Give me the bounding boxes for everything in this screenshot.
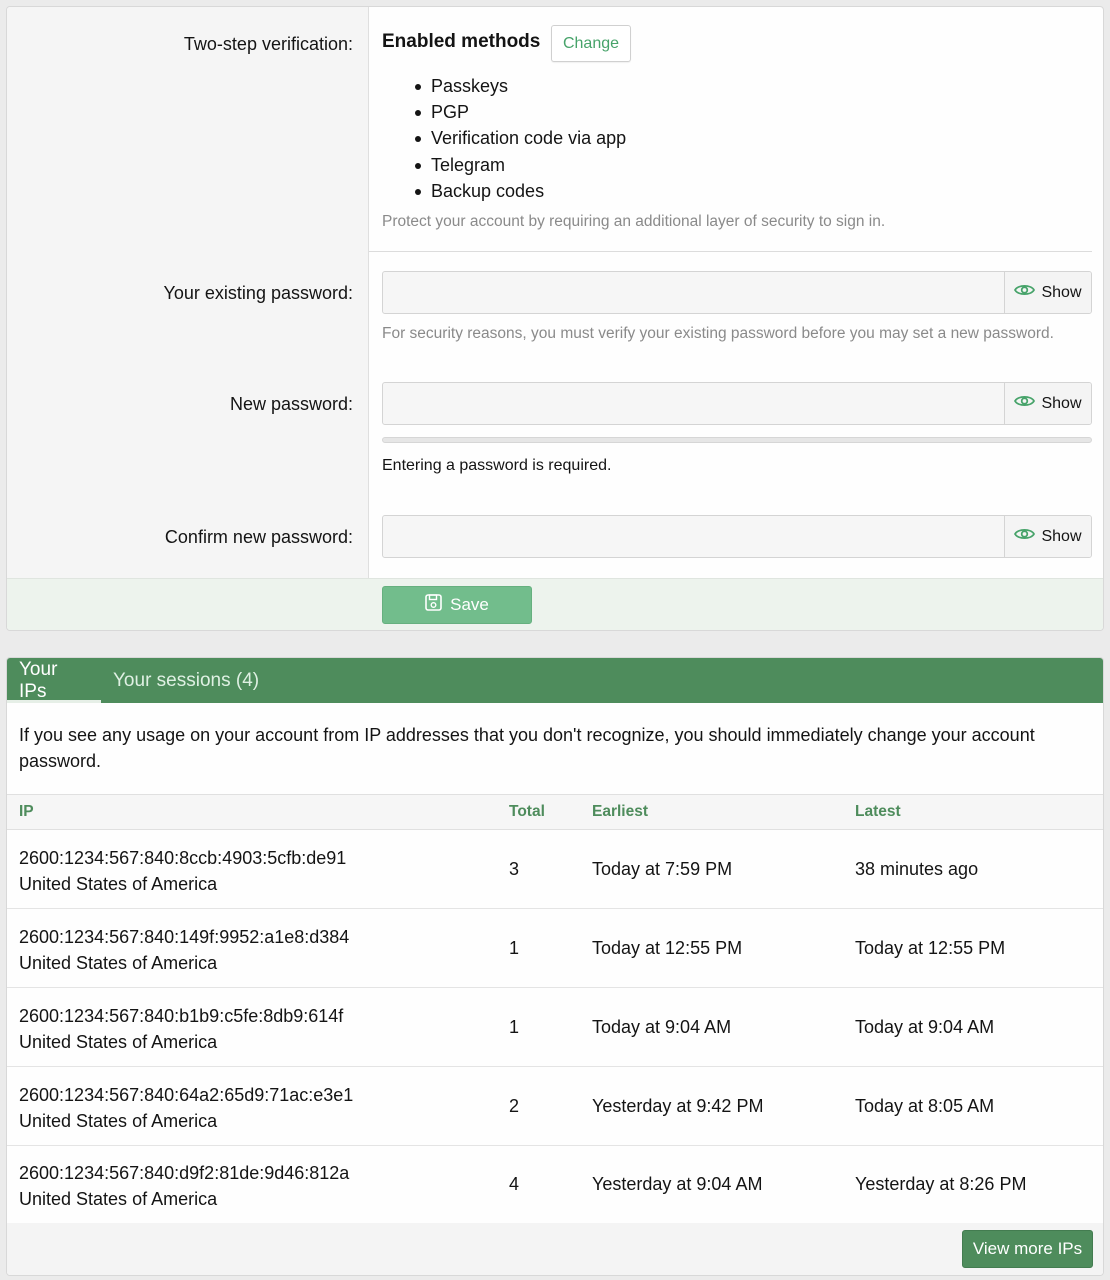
list-item: Backup codes [412, 178, 626, 204]
enabled-methods-title: Enabled methods [382, 31, 541, 52]
password-security-form: Two-step verification: Enabled methods C… [6, 6, 1104, 631]
show-label: Show [1041, 527, 1082, 545]
list-item: Verification code via app [412, 125, 626, 151]
show-label: Show [1041, 283, 1082, 301]
list-item: Telegram [412, 152, 626, 178]
tab-your-sessions[interactable]: Your sessions (4) [113, 658, 259, 703]
ip-earliest: Today at 9:04 AM [592, 1016, 732, 1037]
ip-address: 2600:1234:567:840:64a2:65d9:71ac:e3e1 [19, 1085, 354, 1105]
ip-address: 2600:1234:567:840:b1b9:c5fe:8db9:614f [19, 1006, 344, 1026]
tab-bar: Your IPs Your sessions (4) [7, 658, 1103, 703]
table-row: 2600:1234:567:840:b1b9:c5fe:8db9:614f Un… [7, 988, 1103, 1067]
ip-total: 3 [509, 858, 520, 879]
confirm-password-input[interactable] [383, 516, 1006, 557]
password-strength-meter [382, 437, 1092, 443]
existing-password-hint: For security reasons, you must verify yo… [382, 325, 1054, 342]
ip-country: United States of America [19, 1189, 218, 1209]
table-row: 2600:1234:567:840:d9f2:81de:9d46:812a Un… [7, 1145, 1103, 1224]
change-methods-button[interactable]: Change [551, 25, 631, 62]
ip-notice: If you see any usage on your account fro… [19, 725, 1035, 771]
view-more-ips-button[interactable]: View more IPs [962, 1230, 1093, 1268]
ip-earliest: Today at 7:59 PM [592, 858, 733, 879]
existing-password-label: Your existing password: [163, 283, 353, 303]
ip-country: United States of America [19, 1032, 218, 1052]
table-header: IP Total Earliest Latest [7, 794, 1103, 830]
column-header-earliest: Earliest [592, 803, 649, 820]
ip-country: United States of America [19, 874, 218, 894]
eye-icon [1014, 283, 1036, 302]
save-label: Save [450, 595, 489, 614]
ip-latest: Today at 12:55 PM [855, 937, 1006, 958]
ip-total: 1 [509, 937, 520, 958]
table-footer: View more IPs [7, 1223, 1103, 1275]
password-required-text: Entering a password is required. [382, 457, 612, 474]
ip-total: 1 [509, 1016, 520, 1037]
column-header-latest: Latest [855, 803, 901, 820]
existing-password-input[interactable] [383, 272, 1006, 313]
list-item: PGP [412, 99, 626, 125]
list-item: Passkeys [412, 73, 626, 99]
ip-address: 2600:1234:567:840:149f:9952:a1e8:d384 [19, 927, 350, 947]
show-new-password-button[interactable]: Show [1004, 383, 1091, 424]
ip-country: United States of America [19, 1111, 218, 1131]
form-footer: Save [7, 578, 1103, 630]
show-existing-password-button[interactable]: Show [1004, 272, 1091, 313]
new-password-input[interactable] [383, 383, 1006, 424]
divider [369, 251, 1092, 252]
confirm-password-label: Confirm new password: [164, 527, 353, 547]
ip-earliest: Yesterday at 9:42 PM [592, 1095, 764, 1116]
tab-your-ips[interactable]: Your IPs [7, 658, 101, 703]
floppy-disk-icon [425, 594, 442, 616]
show-confirm-password-button[interactable]: Show [1004, 516, 1091, 557]
ip-country: United States of America [19, 953, 218, 973]
ip-latest: Today at 8:05 AM [855, 1095, 995, 1116]
eye-icon [1014, 394, 1036, 413]
tab-label: Your IPs [19, 658, 58, 702]
existing-password-field: Show [382, 271, 1092, 314]
ip-history-panel: Your IPs Your sessions (4) If you see an… [6, 657, 1104, 1276]
column-header-total: Total [509, 803, 545, 820]
tab-label: Your sessions (4) [113, 669, 260, 691]
ip-address: 2600:1234:567:840:d9f2:81de:9d46:812a [19, 1163, 350, 1183]
confirm-password-field: Show [382, 515, 1092, 558]
ip-earliest: Today at 12:55 PM [592, 937, 743, 958]
save-button[interactable]: Save [382, 586, 532, 624]
active-tab-indicator [7, 700, 101, 703]
methods-list: Passkeys PGP Verification code via app T… [412, 73, 626, 204]
ip-earliest: Yesterday at 9:04 AM [592, 1173, 763, 1194]
ip-latest: Today at 9:04 AM [855, 1016, 995, 1037]
table-row: 2600:1234:567:840:8ccb:4903:5cfb:de91 Un… [7, 830, 1103, 909]
ip-total: 4 [509, 1173, 520, 1194]
new-password-field: Show [382, 382, 1092, 425]
eye-icon [1014, 527, 1036, 546]
column-header-ip: IP [19, 803, 34, 820]
ip-address: 2600:1234:567:840:8ccb:4903:5cfb:de91 [19, 848, 347, 868]
new-password-label: New password: [229, 394, 353, 414]
table-row: 2600:1234:567:840:64a2:65d9:71ac:e3e1 Un… [7, 1067, 1103, 1146]
ip-latest: Yesterday at 8:26 PM [855, 1173, 1027, 1194]
two-step-hint: Protect your account by requiring an add… [382, 213, 886, 230]
ip-total: 2 [509, 1095, 520, 1116]
show-label: Show [1041, 394, 1082, 412]
two-step-label: Two-step verification: [183, 34, 353, 54]
ip-latest: 38 minutes ago [855, 858, 979, 879]
table-row: 2600:1234:567:840:149f:9952:a1e8:d384 Un… [7, 909, 1103, 988]
